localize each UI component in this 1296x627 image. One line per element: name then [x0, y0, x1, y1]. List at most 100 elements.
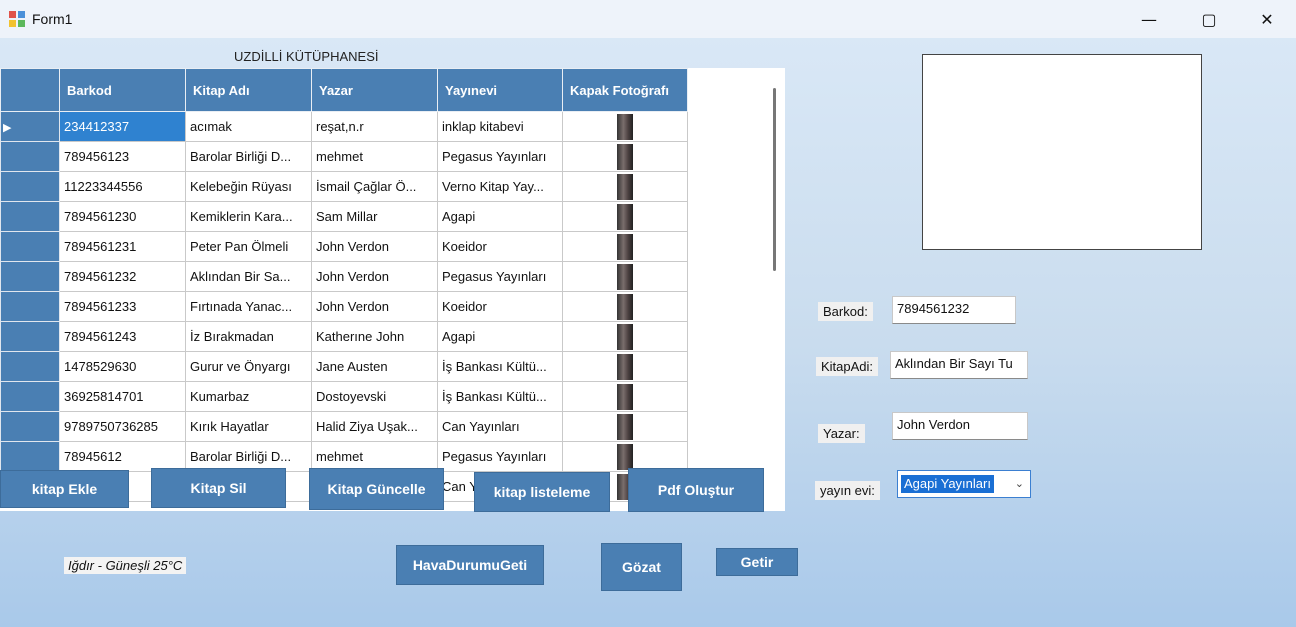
grid-vertical-scrollbar[interactable] [765, 68, 785, 511]
cell-kapak[interactable] [562, 141, 688, 172]
row-selector[interactable] [0, 261, 60, 292]
kitapadi-input[interactable]: Aklından Bir Sayı Tu [890, 351, 1028, 379]
cell-yazar[interactable]: mehmet [311, 441, 438, 472]
cell-yazar[interactable]: Jane Austen [311, 351, 438, 382]
table-row[interactable]: 11223344556 Kelebeğin Rüyası İsmail Çağlar… [0, 171, 688, 202]
cell-barkod[interactable]: 36925814701 [59, 381, 186, 412]
table-row[interactable]: 1478529630 Gurur ve Önyargı Jane Austen İş … [0, 351, 688, 382]
cell-barkod[interactable]: 789456123 [59, 141, 186, 172]
pdf-olustur-button[interactable]: Pdf Oluştur [628, 468, 764, 512]
cell-barkod[interactable]: 9789750736285 [59, 411, 186, 442]
table-row[interactable]: 7894561233 Fırtınada Yanac... John Verdon K… [0, 291, 688, 322]
cell-yayinevi[interactable]: Verno Kitap Yay... [437, 171, 563, 202]
cell-kitap[interactable]: Peter Pan Ölmeli [185, 231, 312, 262]
books-grid[interactable]: Barkod Kitap Adı Yazar Yayınevi Kapak Fo… [0, 68, 785, 511]
cell-kitap[interactable]: Kemiklerin Kara... [185, 201, 312, 232]
kitap-sil-button[interactable]: Kitap Sil [151, 468, 286, 508]
cell-yazar[interactable]: John Verdon [311, 291, 438, 322]
cell-barkod[interactable]: 7894561231 [59, 231, 186, 262]
table-row[interactable]: 7894561231 Peter Pan Ölmeli John Verdon Koe… [0, 231, 688, 262]
barkod-input[interactable]: 7894561232 [892, 296, 1016, 324]
cell-kitap[interactable]: Gurur ve Önyargı [185, 351, 312, 382]
yazar-input[interactable]: John Verdon [892, 412, 1028, 440]
table-row[interactable]: 78945612 Barolar Birliği D... mehmet Pegasu… [0, 441, 688, 472]
table-row[interactable]: ▶ 234412337 acımak reşat,n.r inklap kitabevi [0, 111, 688, 142]
cell-kitap[interactable]: Kırık Hayatlar [185, 411, 312, 442]
table-row[interactable]: 7894561243 İz Bırakmadan Katherıne John Aga… [0, 321, 688, 352]
cell-kapak[interactable] [562, 411, 688, 442]
gozat-button[interactable]: Gözat [601, 543, 682, 591]
column-header-barkod[interactable]: Barkod [59, 68, 186, 112]
row-selector[interactable] [0, 381, 60, 412]
row-selector[interactable] [0, 171, 60, 202]
row-selector[interactable] [0, 411, 60, 442]
kitap-ekle-button[interactable]: kitap Ekle [0, 470, 129, 508]
cell-yazar[interactable]: mehmet [311, 141, 438, 172]
cell-kapak[interactable] [562, 351, 688, 382]
minimize-button[interactable]: — [1120, 0, 1178, 38]
cell-kapak[interactable] [562, 201, 688, 232]
cell-kitap[interactable]: Barolar Birliği D... [185, 141, 312, 172]
cell-kitap[interactable]: acımak [185, 111, 312, 142]
cell-kitap[interactable]: Barolar Birliği D... [185, 441, 312, 472]
maximize-button[interactable]: ▢ [1180, 0, 1238, 38]
table-row[interactable]: 9789750736285 Kırık Hayatlar Halid Ziya Uş… [0, 411, 688, 442]
cell-yayinevi[interactable]: Koeidor [437, 231, 563, 262]
hava-durumu-button[interactable]: HavaDurumuGeti [396, 545, 544, 585]
cell-yazar[interactable]: Sam Millar [311, 201, 438, 232]
cell-yayinevi[interactable]: Pegasus Yayınları [437, 441, 563, 472]
cell-barkod[interactable]: 1478529630 [59, 351, 186, 382]
cell-kitap[interactable]: Kumarbaz [185, 381, 312, 412]
kitap-guncelle-button[interactable]: Kitap Güncelle [309, 468, 444, 510]
column-header-yayinevi[interactable]: Yayınevi [437, 68, 563, 112]
row-selector[interactable] [0, 321, 60, 352]
cell-barkod[interactable]: 7894561243 [59, 321, 186, 352]
table-row[interactable]: 789456123 Barolar Birliği D... mehmet Pegas… [0, 141, 688, 172]
cell-yazar[interactable]: İsmail Çağlar Ö... [311, 171, 438, 202]
cell-yayinevi[interactable]: Agapi [437, 321, 563, 352]
cell-kapak[interactable] [562, 111, 688, 142]
cell-yayinevi[interactable]: Pegasus Yayınları [437, 141, 563, 172]
row-selector[interactable] [0, 201, 60, 232]
cell-kapak[interactable] [562, 231, 688, 262]
cell-yayinevi[interactable]: İş Bankası Kültü... [437, 381, 563, 412]
cell-yazar[interactable]: John Verdon [311, 261, 438, 292]
getir-button[interactable]: Getir [716, 548, 798, 576]
cell-kapak[interactable] [562, 381, 688, 412]
cell-kapak[interactable] [562, 291, 688, 322]
cell-kitap[interactable]: Fırtınada Yanac... [185, 291, 312, 322]
row-selector[interactable] [0, 141, 60, 172]
cell-yazar[interactable]: Dostoyevski [311, 381, 438, 412]
cell-barkod[interactable]: 234412337 [59, 111, 186, 142]
cell-kitap[interactable]: Kelebeğin Rüyası [185, 171, 312, 202]
cell-yayinevi[interactable]: İş Bankası Kültü... [437, 351, 563, 382]
cell-kapak[interactable] [562, 321, 688, 352]
cell-yayinevi[interactable]: Agapi [437, 201, 563, 232]
table-row[interactable]: 7894561232 Aklından Bir Sa... John Verdon P… [0, 261, 688, 292]
cell-kitap[interactable]: İz Bırakmadan [185, 321, 312, 352]
cell-yazar[interactable]: reşat,n.r [311, 111, 438, 142]
table-row[interactable]: 7894561230 Kemiklerin Kara... Sam Millar Ag… [0, 201, 688, 232]
cell-barkod[interactable]: 7894561232 [59, 261, 186, 292]
scroll-thumb[interactable] [773, 88, 776, 271]
column-header-kitap-adi[interactable]: Kitap Adı [185, 68, 312, 112]
kitap-listeleme-button[interactable]: kitap listeleme [474, 472, 610, 512]
cell-kitap[interactable]: Aklından Bir Sa... [185, 261, 312, 292]
yayinevi-select[interactable]: Agapi Yayınları ⌄ [897, 470, 1031, 498]
row-selector[interactable] [0, 231, 60, 262]
cell-yazar[interactable]: Halid Ziya Uşak... [311, 411, 438, 442]
cell-kapak[interactable] [562, 261, 688, 292]
cell-kapak[interactable] [562, 171, 688, 202]
column-header-yazar[interactable]: Yazar [311, 68, 438, 112]
cell-barkod[interactable]: 78945612 [59, 441, 186, 472]
row-selector[interactable] [0, 441, 60, 472]
cell-yayinevi[interactable]: inklap kitabevi [437, 111, 563, 142]
row-selector-icon[interactable]: ▶ [0, 111, 60, 142]
cell-barkod[interactable]: 7894561233 [59, 291, 186, 322]
cell-kapak[interactable] [562, 441, 688, 472]
row-selector[interactable] [0, 291, 60, 322]
chevron-down-icon[interactable]: ⌄ [1015, 477, 1024, 490]
table-row[interactable]: 36925814701 Kumarbaz Dostoyevski İş Bankası… [0, 381, 688, 412]
cell-yazar[interactable]: John Verdon [311, 231, 438, 262]
row-selector[interactable] [0, 351, 60, 382]
